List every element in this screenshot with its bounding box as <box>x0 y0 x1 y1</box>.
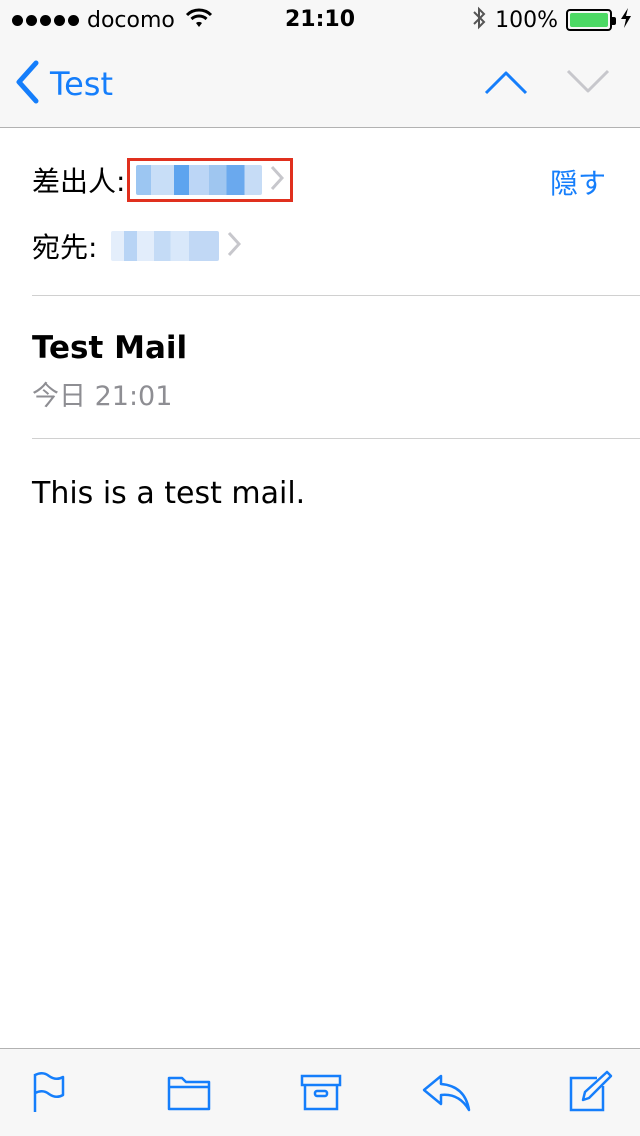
status-right: 100% <box>471 6 632 34</box>
hide-details-button[interactable]: 隠す <box>550 162 606 202</box>
sender-address-pixelated <box>136 165 263 195</box>
message-body: This is a test mail. <box>32 476 306 511</box>
back-button[interactable]: Test <box>14 60 114 108</box>
chevron-right-icon <box>270 165 285 195</box>
battery-icon <box>566 9 616 31</box>
sender-row: 差出人: <box>32 158 294 202</box>
next-message-button[interactable] <box>566 62 610 106</box>
recipient-address-pixelated[interactable] <box>111 231 220 261</box>
back-label: Test <box>50 65 114 103</box>
header-divider <box>32 295 640 296</box>
bottom-toolbar <box>0 1048 640 1136</box>
message-navigation <box>484 62 610 106</box>
chevron-right-icon <box>227 231 242 261</box>
chevron-left-icon <box>14 60 40 108</box>
navigation-bar: Test <box>0 40 640 128</box>
chevron-down-icon <box>566 69 610 99</box>
flag-icon <box>29 1070 69 1118</box>
message-date: 今日 21:01 <box>32 381 173 412</box>
sender-label: 差出人: <box>32 165 126 198</box>
move-to-folder-button[interactable] <box>164 1069 214 1119</box>
reply-button[interactable] <box>422 1069 472 1119</box>
message-header: 差出人: 隠す 宛先: <box>0 128 640 296</box>
chevron-up-icon <box>484 69 528 99</box>
battery-percent: 100% <box>495 7 558 33</box>
subject-divider <box>32 438 640 439</box>
recipient-row: 宛先: <box>32 226 242 266</box>
flag-button[interactable] <box>24 1069 74 1119</box>
archive-icon <box>299 1072 343 1116</box>
status-bar: docomo 21:10 100% <box>0 0 640 40</box>
reply-icon <box>421 1072 473 1116</box>
recipient-label: 宛先: <box>32 231 98 264</box>
sender-address[interactable] <box>127 158 294 202</box>
compose-icon <box>567 1070 615 1118</box>
bluetooth-icon <box>471 6 487 34</box>
previous-message-button[interactable] <box>484 62 528 106</box>
folder-icon <box>166 1072 212 1116</box>
charging-bolt-icon <box>620 7 632 33</box>
compose-button[interactable] <box>566 1069 616 1119</box>
message-subject: Test Mail <box>32 330 188 366</box>
archive-button[interactable] <box>296 1069 346 1119</box>
